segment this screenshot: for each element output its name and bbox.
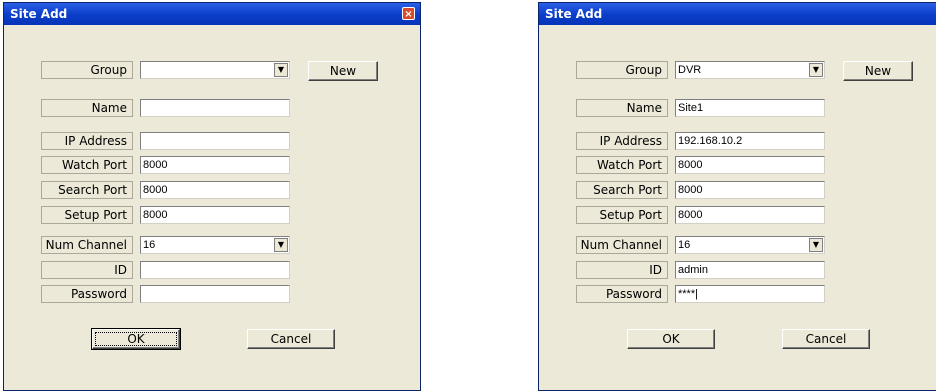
chevron-down-icon[interactable]: ▼ — [274, 238, 288, 252]
dialog-title: Site Add — [545, 7, 603, 21]
close-icon[interactable]: × — [402, 7, 415, 20]
chevron-down-icon[interactable]: ▼ — [809, 63, 823, 77]
cancel-button[interactable]: Cancel — [782, 329, 870, 349]
password-label: Password — [41, 285, 133, 303]
new-group-button[interactable]: New — [843, 61, 913, 81]
ip-address-field[interactable]: 192.168.10.2 — [675, 132, 825, 150]
watch-port-label: Watch Port — [41, 156, 133, 174]
name-field[interactable] — [140, 99, 290, 117]
setup-port-field[interactable]: 8000 — [140, 206, 290, 224]
setup-port-field[interactable]: 8000 — [675, 206, 825, 224]
search-port-label: Search Port — [41, 181, 133, 199]
group-combo[interactable]: DVR ▼ — [675, 61, 825, 79]
search-port-field[interactable]: 8000 — [675, 181, 825, 199]
group-combo-value: DVR — [678, 64, 702, 76]
name-field[interactable]: Site1 — [675, 99, 825, 117]
search-port-field[interactable]: 8000 — [140, 181, 290, 199]
chevron-down-icon[interactable]: ▼ — [809, 238, 823, 252]
id-label: ID — [41, 261, 133, 279]
password-field[interactable] — [140, 285, 290, 303]
num-channel-value: 16 — [143, 239, 156, 251]
group-combo[interactable]: ▼ — [140, 61, 290, 79]
num-channel-combo[interactable]: 16 ▼ — [675, 236, 825, 254]
name-label: Name — [41, 99, 133, 117]
id-label: ID — [576, 261, 668, 279]
dialog-title: Site Add — [10, 7, 68, 21]
num-channel-value: 16 — [678, 239, 691, 251]
password-field[interactable]: ****| — [675, 285, 825, 303]
id-field[interactable]: admin — [675, 261, 825, 279]
site-add-dialog-filled: Site Add × Group DVR ▼ New Name Site1 IP… — [538, 2, 936, 391]
chevron-down-icon[interactable]: ▼ — [274, 63, 288, 77]
name-label: Name — [576, 99, 668, 117]
group-label: Group — [576, 61, 668, 79]
num-channel-label: Num Channel — [576, 236, 668, 254]
ok-button[interactable]: OK — [627, 329, 715, 349]
password-label: Password — [576, 285, 668, 303]
new-group-button[interactable]: New — [308, 61, 378, 81]
watch-port-field[interactable]: 8000 — [675, 156, 825, 174]
watch-port-field[interactable]: 8000 — [140, 156, 290, 174]
dialog-titlebar[interactable]: Site Add × — [4, 3, 420, 25]
site-add-dialog-empty: Site Add × Group ▼ New Name IP Address W… — [3, 2, 421, 391]
group-label: Group — [41, 61, 133, 79]
setup-port-label: Setup Port — [41, 206, 133, 224]
num-channel-combo[interactable]: 16 ▼ — [140, 236, 290, 254]
cancel-button[interactable]: Cancel — [247, 329, 335, 349]
setup-port-label: Setup Port — [576, 206, 668, 224]
ip-address-label: IP Address — [576, 132, 668, 150]
watch-port-label: Watch Port — [576, 156, 668, 174]
ok-button-label: OK — [95, 332, 177, 346]
ip-address-label: IP Address — [41, 132, 133, 150]
num-channel-label: Num Channel — [41, 236, 133, 254]
ip-address-field[interactable] — [140, 132, 290, 150]
ok-button[interactable]: OK — [91, 328, 181, 350]
id-field[interactable] — [140, 261, 290, 279]
dialog-titlebar[interactable]: Site Add × — [539, 3, 936, 25]
search-port-label: Search Port — [576, 181, 668, 199]
